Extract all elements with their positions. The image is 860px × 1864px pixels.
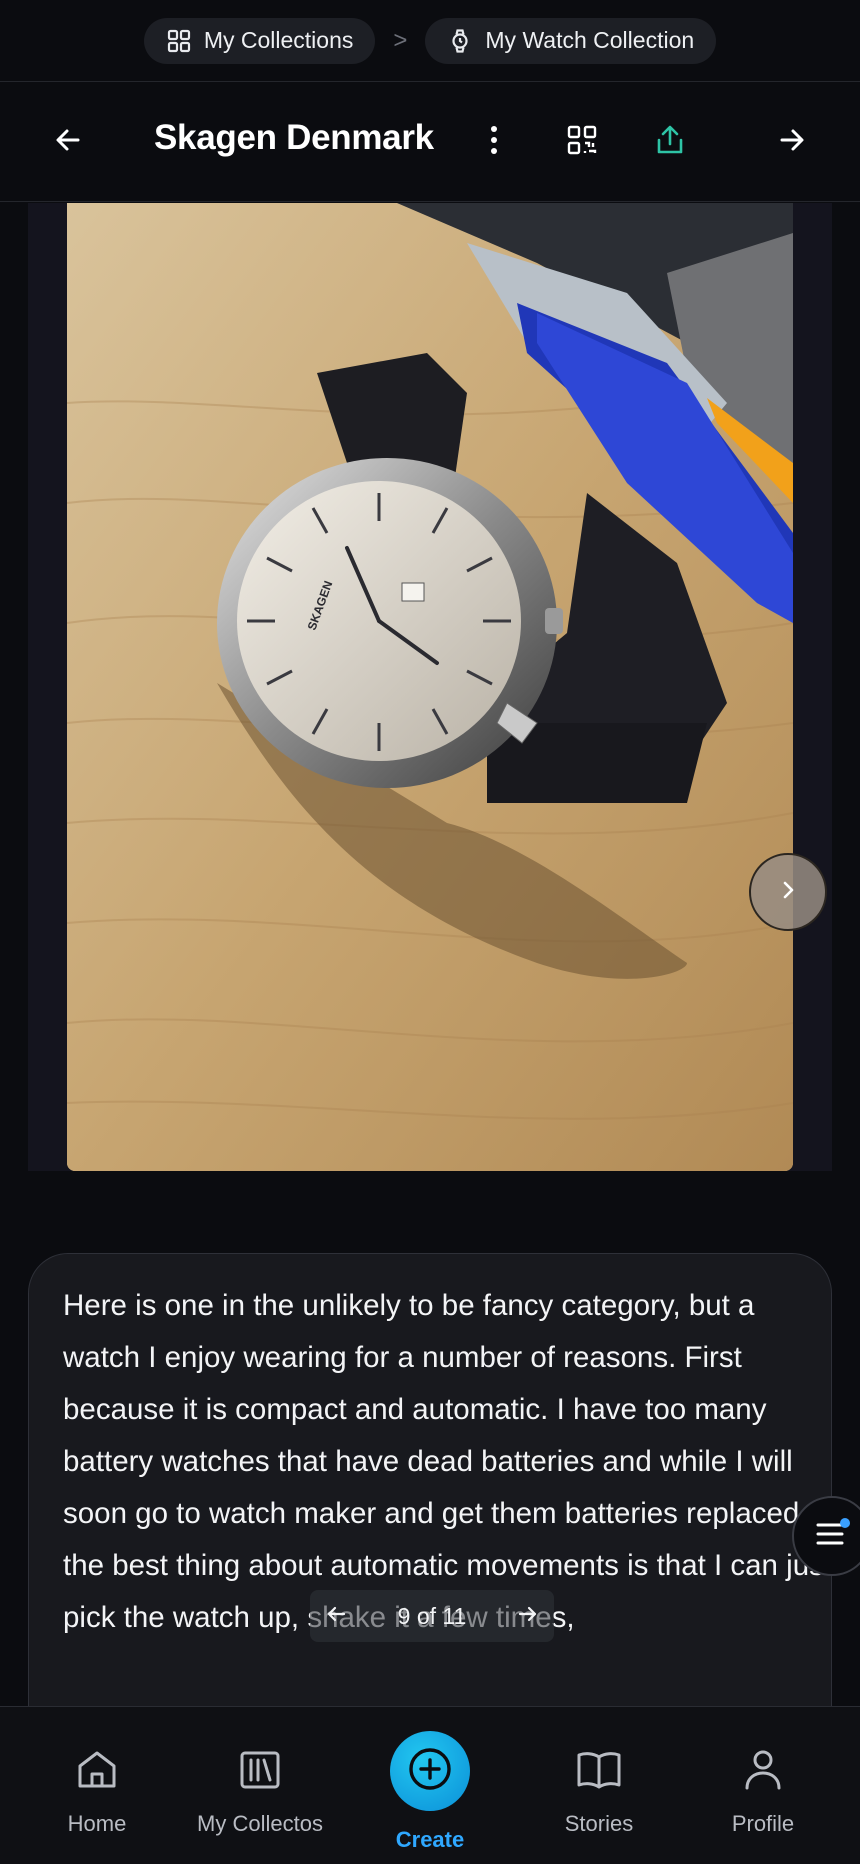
nav-profile[interactable]: Profile [688, 1707, 838, 1864]
arrow-left-icon [53, 125, 83, 160]
create-button[interactable] [390, 1731, 470, 1811]
qr-code-icon [567, 125, 597, 160]
watch-icon [447, 28, 473, 54]
arrow-right-icon [777, 125, 807, 160]
pager-label: 9 of 11 [397, 1602, 467, 1629]
back-button[interactable] [40, 114, 96, 170]
breadcrumb-my-watch-collection[interactable]: My Watch Collection [425, 17, 717, 64]
image-pager: 9 of 11 [310, 1590, 554, 1642]
arrow-left-icon [324, 1606, 348, 1630]
book-open-icon [576, 1749, 622, 1796]
kebab-icon [489, 125, 499, 160]
share-button[interactable] [642, 114, 698, 170]
breadcrumb-label: My Watch Collection [485, 27, 695, 53]
nav-stories[interactable]: Stories [524, 1707, 674, 1864]
next-item-button[interactable] [764, 114, 820, 170]
page-title: Skagen Denmark [154, 118, 434, 157]
chevron-right-icon [777, 879, 799, 906]
breadcrumb: My Collections > My Watch Collection [0, 0, 860, 82]
more-options-button[interactable] [466, 114, 522, 170]
user-icon [743, 1748, 783, 1797]
arrow-right-icon [516, 1606, 540, 1630]
plus-circle-icon [407, 1746, 453, 1797]
bottom-navigation: Home My Collectos Create Stories Profile [0, 1706, 860, 1864]
pager-next-button[interactable] [516, 1602, 540, 1631]
library-icon [238, 1748, 282, 1797]
item-header: Skagen Denmark [0, 82, 860, 202]
breadcrumb-my-collections[interactable]: My Collections [143, 17, 376, 64]
next-image-button[interactable] [749, 853, 827, 931]
notification-dot [840, 1518, 850, 1528]
image-gallery: SKAGEN [28, 203, 832, 1171]
pager-prev-button[interactable] [324, 1602, 348, 1631]
share-icon [655, 124, 685, 161]
nav-label: Profile [731, 1811, 795, 1836]
breadcrumb-label: My Collections [203, 27, 354, 53]
item-photo[interactable]: SKAGEN [67, 203, 793, 1171]
qr-code-button[interactable] [554, 114, 610, 170]
home-icon [75, 1748, 119, 1797]
grid-icon [166, 28, 192, 54]
nav-label: Stories [564, 1811, 634, 1836]
breadcrumb-separator: > [393, 26, 408, 54]
description-card: Here is one in the unlikely to be fancy … [28, 1253, 832, 1713]
